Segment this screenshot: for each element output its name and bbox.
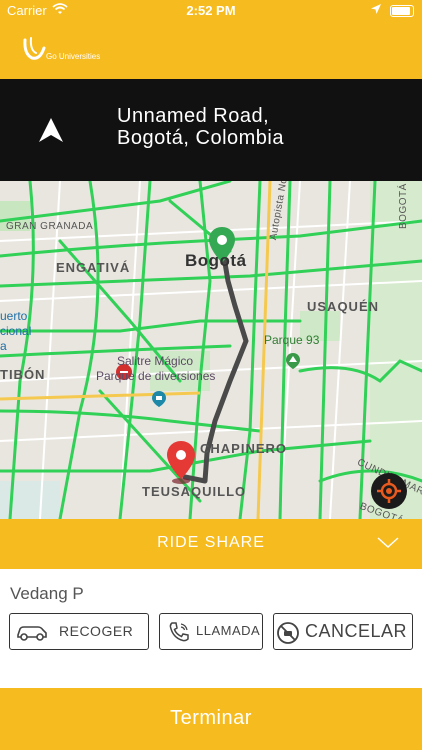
map-label-nacional: cional <box>0 324 32 338</box>
crosshair-icon <box>377 479 401 503</box>
address-line-1: Unnamed Road, <box>117 105 270 127</box>
address-line-2: Bogotá, Colombia <box>117 127 284 149</box>
app-header: Go Universities <box>0 22 422 79</box>
map-label-puerto: uerto <box>0 309 28 323</box>
map-label-bogota-side: BOGOTÁ <box>398 183 409 229</box>
map-label-parque-93: Parque 93 <box>264 333 320 347</box>
logo-text: Go Universities <box>46 52 101 61</box>
cancel-ride-icon <box>277 622 299 644</box>
cancelar-label: CANCELAR <box>305 621 408 641</box>
llamada-button[interactable]: LLAMADA <box>159 613 263 650</box>
go-universities-logo: Go Universities <box>22 36 112 66</box>
map-label-engativa: ENGATIVÁ <box>56 260 131 275</box>
recoger-label: RECOGER <box>59 623 134 639</box>
ride-share-title: RIDE SHARE <box>157 534 265 551</box>
driver-name: Vedang P <box>10 584 84 603</box>
navigation-arrow-icon <box>39 118 63 142</box>
map-label-alto: a <box>0 339 7 353</box>
poi-park-icon <box>286 353 300 369</box>
llamada-label: LLAMADA <box>196 623 261 638</box>
terminar-label: Terminar <box>170 707 252 729</box>
poi-museum-icon <box>152 391 166 407</box>
my-location-button[interactable] <box>371 473 407 509</box>
map-label-chapinero: CHAPINERO <box>200 441 288 456</box>
map-label-parque-diversiones: Parque de diversiones <box>96 369 216 383</box>
current-address: Unnamed Road, Bogotá, Colombia <box>117 105 284 149</box>
battery-icon <box>390 5 414 17</box>
map-label-usaquen: USAQUÉN <box>307 299 380 314</box>
car-icon <box>17 626 47 641</box>
chevron-down-icon[interactable] <box>377 537 399 549</box>
location-services-icon <box>371 4 381 14</box>
status-bar: Carrier 2:52 PM <box>0 0 422 22</box>
map-label-salitre-magico: Salitre Mágico <box>117 354 194 368</box>
route-map[interactable]: GRAN GRANADA ENGATIVÁ Bogotá Autopista N… <box>0 181 422 519</box>
map-label-tibon: TIBÓN <box>0 367 46 382</box>
map-label-bogota: Bogotá <box>185 251 247 270</box>
phone-icon <box>169 622 189 642</box>
recoger-button[interactable]: RECOGER <box>9 613 149 650</box>
destination-pin-icon[interactable] <box>167 441 195 485</box>
terminar-button[interactable]: Terminar <box>0 688 422 750</box>
map-label-gran-granada: GRAN GRANADA <box>6 221 94 232</box>
navigation-banner: Unnamed Road, Bogotá, Colombia <box>0 79 422 181</box>
map-label-teusaquillo: TEUSAQUILLO <box>142 484 247 499</box>
cancelar-button[interactable]: CANCELAR <box>273 613 413 650</box>
clock: 2:52 PM <box>186 3 236 18</box>
ride-share-panel-header[interactable]: RIDE SHARE <box>0 519 422 569</box>
